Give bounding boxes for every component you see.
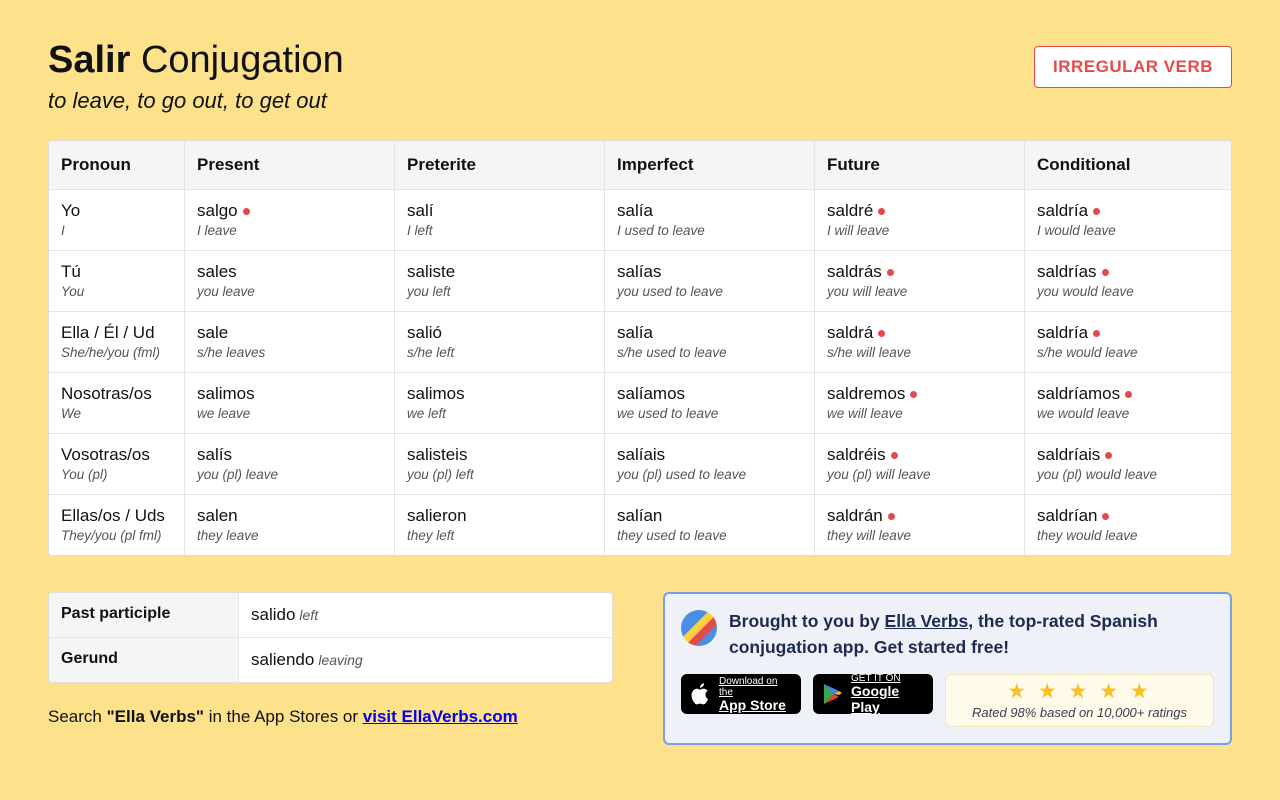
table-row: Vosotras/osYou (pl)salísyou (pl) leavesa…: [49, 433, 1231, 494]
conjugation-cell: salimoswe left: [394, 373, 604, 433]
conjugation-cell: saldrás/he will leave: [814, 312, 1024, 372]
past-participle-value: salidoleft: [239, 593, 330, 637]
conjugation-cell: saldríanthey would leave: [1024, 495, 1231, 555]
irregular-dot-icon: [888, 513, 895, 520]
promo-box: Brought to you by Ella Verbs, the top-ra…: [663, 592, 1232, 746]
pronoun-cell: Ella / Él / UdShe/he/you (fml): [49, 312, 184, 372]
column-header: Pronoun: [49, 141, 184, 189]
table-row: Nosotras/osWesalimoswe leavesalimoswe le…: [49, 372, 1231, 433]
pronoun-cell: Nosotras/osWe: [49, 373, 184, 433]
conjugation-cell: saldríamoswe would leave: [1024, 373, 1231, 433]
conjugation-cell: salenthey leave: [184, 495, 394, 555]
conjugation-cell: saldrásyou will leave: [814, 251, 1024, 311]
column-header: Future: [814, 141, 1024, 189]
conjugation-cell: saldríaI would leave: [1024, 190, 1231, 250]
conjugation-cell: salisteyou left: [394, 251, 604, 311]
conjugation-cell: saldréisyou (pl) will leave: [814, 434, 1024, 494]
conjugation-cell: saliós/he left: [394, 312, 604, 372]
irregular-dot-icon: [878, 330, 885, 337]
conjugation-cell: sales/he leaves: [184, 312, 394, 372]
conjugation-cell: salimoswe leave: [184, 373, 394, 433]
column-header: Conditional: [1024, 141, 1231, 189]
promo-text: Brought to you by Ella Verbs, the top-ra…: [729, 608, 1214, 661]
conjugation-cell: salíaI used to leave: [604, 190, 814, 250]
conjugation-cell: salgoI leave: [184, 190, 394, 250]
table-row: Ella / Él / UdShe/he/you (fml)sales/he l…: [49, 311, 1231, 372]
table-row: YoIsalgoI leavesalíI leftsalíaI used to …: [49, 189, 1231, 250]
irregular-dot-icon: [243, 208, 250, 215]
irregular-badge: IRREGULAR VERB: [1034, 46, 1232, 88]
irregular-dot-icon: [1093, 208, 1100, 215]
conjugation-cell: salísyou (pl) leave: [184, 434, 394, 494]
column-header: Imperfect: [604, 141, 814, 189]
page-title: Salir Conjugation: [48, 40, 344, 82]
verb-name: Salir: [48, 39, 130, 81]
irregular-dot-icon: [910, 391, 917, 398]
pronoun-cell: Ellas/os / UdsThey/you (pl fml): [49, 495, 184, 555]
past-participle-label: Past participle: [49, 593, 239, 637]
ella-verbs-logo-icon: [681, 610, 717, 646]
conjugation-cell: saldránthey will leave: [814, 495, 1024, 555]
conjugation-cell: salisteisyou (pl) left: [394, 434, 604, 494]
conjugation-word: Conjugation: [141, 39, 344, 81]
conjugation-cell: saldremoswe will leave: [814, 373, 1024, 433]
table-row: Ellas/os / UdsThey/you (pl fml)salenthey…: [49, 494, 1231, 555]
app-store-button[interactable]: Download on theApp Store: [681, 674, 801, 714]
conjugation-cell: saldréI will leave: [814, 190, 1024, 250]
ellaverbs-link[interactable]: visit EllaVerbs.com: [363, 707, 518, 726]
table-row: TúYousalesyou leavesalisteyou leftsalías…: [49, 250, 1231, 311]
irregular-dot-icon: [887, 269, 894, 276]
irregular-dot-icon: [1102, 513, 1109, 520]
conjugation-cell: saldríaisyou (pl) would leave: [1024, 434, 1231, 494]
search-note: Search "Ella Verbs" in the App Stores or…: [48, 707, 613, 727]
irregular-dot-icon: [1102, 269, 1109, 276]
star-icons: ★ ★ ★ ★ ★: [1007, 681, 1151, 702]
conjugation-cell: salíamoswe used to leave: [604, 373, 814, 433]
conjugation-cell: salesyou leave: [184, 251, 394, 311]
google-play-icon: [823, 683, 843, 705]
conjugation-cell: salíaisyou (pl) used to leave: [604, 434, 814, 494]
participle-table: Past participle salidoleft Gerund salien…: [48, 592, 613, 683]
ella-verbs-link[interactable]: Ella Verbs: [885, 611, 969, 631]
column-header: Present: [184, 141, 394, 189]
column-header: Preterite: [394, 141, 604, 189]
gerund-value: saliendoleaving: [239, 638, 375, 682]
rating-text: Rated 98% based on 10,000+ ratings: [972, 705, 1187, 720]
gerund-label: Gerund: [49, 638, 239, 682]
conjugation-cell: salíI left: [394, 190, 604, 250]
apple-icon: [691, 682, 711, 706]
conjugation-cell: saldríasyou would leave: [1024, 251, 1231, 311]
google-play-button[interactable]: GET IT ONGoogle Play: [813, 674, 933, 714]
irregular-dot-icon: [878, 208, 885, 215]
conjugation-cell: saldrías/he would leave: [1024, 312, 1231, 372]
irregular-dot-icon: [1093, 330, 1100, 337]
conjugation-cell: salíasyou used to leave: [604, 251, 814, 311]
conjugation-cell: salías/he used to leave: [604, 312, 814, 372]
conjugation-table: PronounPresentPreteriteImperfectFutureCo…: [48, 140, 1232, 556]
rating-box: ★ ★ ★ ★ ★ Rated 98% based on 10,000+ rat…: [945, 674, 1214, 727]
pronoun-cell: YoI: [49, 190, 184, 250]
pronoun-cell: TúYou: [49, 251, 184, 311]
irregular-dot-icon: [1105, 452, 1112, 459]
irregular-dot-icon: [1125, 391, 1132, 398]
irregular-dot-icon: [891, 452, 898, 459]
conjugation-cell: salíanthey used to leave: [604, 495, 814, 555]
conjugation-cell: salieronthey left: [394, 495, 604, 555]
pronoun-cell: Vosotras/osYou (pl): [49, 434, 184, 494]
verb-subtitle: to leave, to go out, to get out: [48, 88, 344, 114]
